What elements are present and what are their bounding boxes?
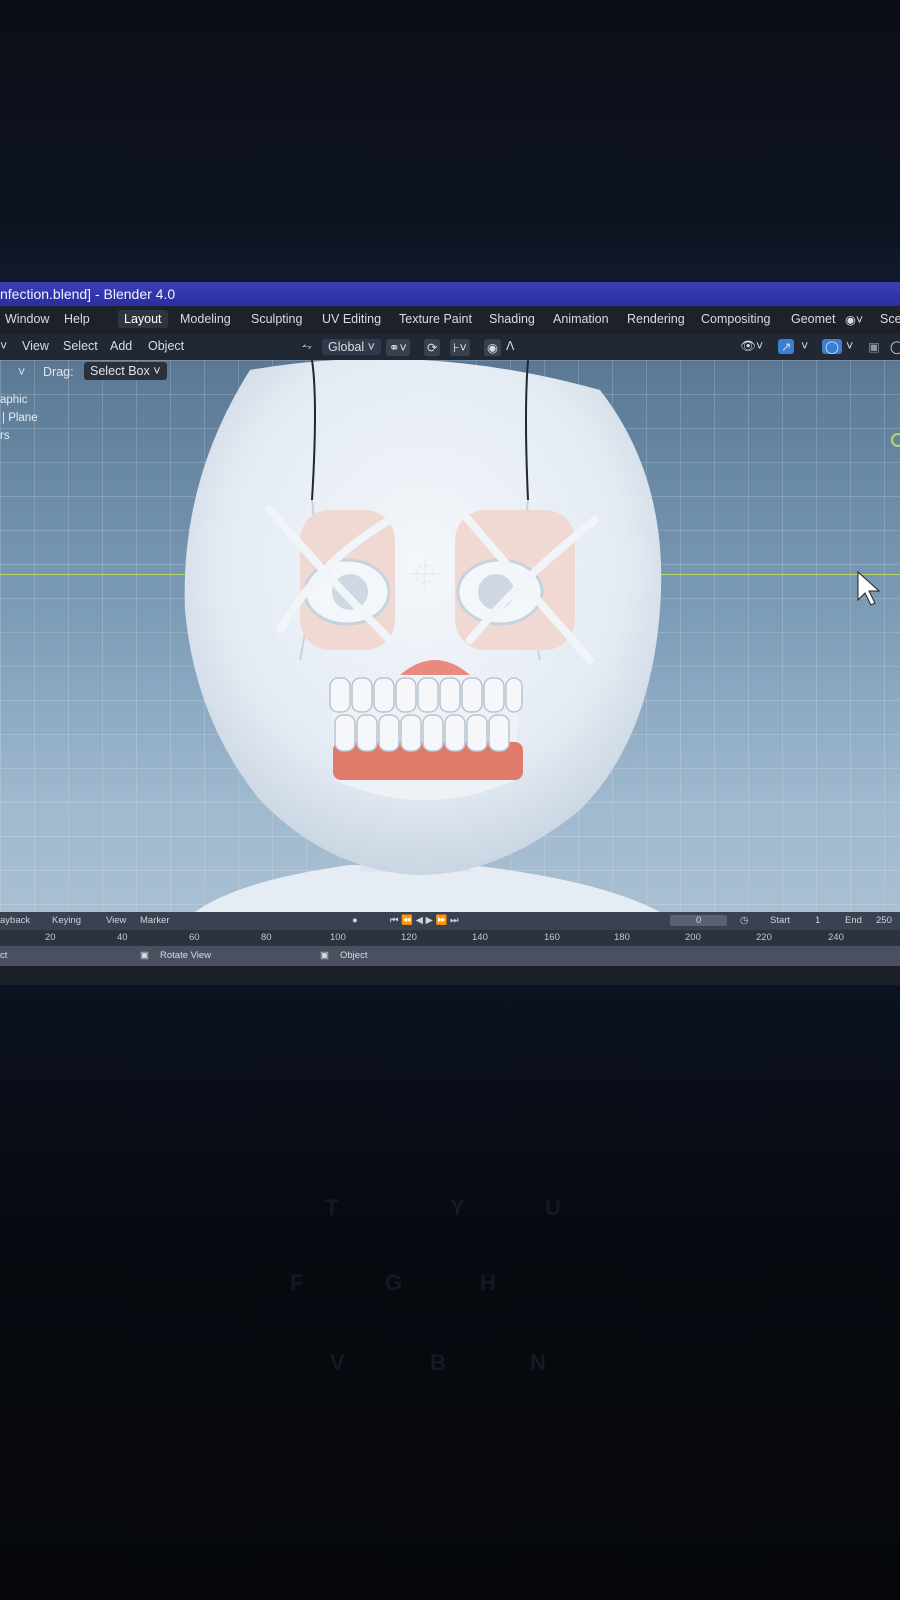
keying-menu[interactable]: Keying: [52, 915, 81, 926]
current-frame-field[interactable]: 0: [670, 915, 728, 926]
marker-menu[interactable]: Marker: [140, 915, 170, 926]
keyboard-reflection: V: [330, 1350, 345, 1375]
transform-orientation-icon[interactable]: ⥊: [302, 339, 312, 354]
scene-selector[interactable]: Sce: [880, 312, 900, 326]
timeline-ruler[interactable]: 20 40 60 80 100 120 140 160 180 200 220 …: [0, 930, 900, 946]
header-select[interactable]: Select: [63, 339, 98, 353]
overlay-icon[interactable]: ◯: [822, 339, 842, 354]
keyboard-reflection: H: [480, 1270, 496, 1295]
ruler-tick: 140: [472, 932, 488, 943]
gizmo-icon[interactable]: ↗: [778, 339, 795, 354]
proportional-edit-icon[interactable]: ◉: [484, 339, 501, 356]
keyboard-area: T Y U F G H V B N: [0, 985, 900, 1600]
playback-menu[interactable]: ayback: [0, 915, 30, 926]
shading-icon[interactable]: ◯: [890, 339, 900, 354]
ruler-tick: 40: [117, 932, 128, 943]
tab-geometry[interactable]: Geomet: [791, 312, 835, 326]
ruler-tick: 180: [614, 932, 630, 943]
mode-dropdown[interactable]: ˅: [0, 339, 7, 353]
cursor-pointer-icon: [857, 570, 881, 606]
keyboard-reflection: B: [430, 1350, 446, 1375]
timeline-header: ayback Keying View Marker ● ⏮ ⏪ ◀ ▶ ⏩ ⏭ …: [0, 912, 900, 930]
status-object: Object: [340, 950, 368, 961]
playback-controls-icon[interactable]: ⏮ ⏪ ◀ ▶ ⏩ ⏭: [390, 915, 459, 926]
keyboard-reflection: Y: [450, 1195, 465, 1220]
top-menu-bar: Window Help Layout Modeling Sculpting UV…: [0, 306, 900, 334]
tab-shading[interactable]: Shading: [489, 312, 535, 326]
ruler-tick: 200: [685, 932, 701, 943]
drag-label: Drag:: [43, 365, 74, 379]
tab-compositing[interactable]: Compositing: [701, 312, 770, 326]
menu-help[interactable]: Help: [64, 312, 90, 326]
keyboard-reflection: T: [325, 1195, 339, 1220]
keyboard-reflection: F: [290, 1270, 304, 1295]
status-left: ct: [0, 950, 8, 961]
blender-window: nfection.blend] - Blender 4.0 Window Hel…: [0, 282, 900, 987]
xray-icon[interactable]: ▣: [868, 339, 880, 354]
visibility-icon[interactable]: 👁˅: [740, 339, 763, 354]
navigation-gizmo-icon[interactable]: [891, 433, 900, 447]
start-label: Start: [770, 915, 791, 926]
tool-dropdown[interactable]: ˅: [18, 365, 25, 379]
snap-icon[interactable]: ⟳: [424, 339, 441, 356]
ruler-tick: 60: [189, 932, 200, 943]
header-object[interactable]: Object: [148, 339, 184, 353]
3d-viewport[interactable]: [0, 360, 900, 912]
viewport-header: ˅ View Select Add Object ⥊ Global ˅ ⚭˅ ⟳…: [0, 334, 900, 360]
end-label: End: [845, 915, 862, 926]
keyboard-reflection: U: [545, 1195, 561, 1220]
monitor-bezel: [0, 966, 900, 987]
status-bar: ct ▣ Rotate View ▣ Object: [0, 946, 900, 966]
tab-modeling[interactable]: Modeling: [180, 312, 231, 326]
clock-icon[interactable]: ◷: [740, 915, 748, 926]
tool-settings-bar: ˅ Drag: Select Box ˅: [0, 360, 320, 384]
header-view[interactable]: View: [22, 339, 49, 353]
tab-layout[interactable]: Layout: [118, 310, 168, 328]
gizmo-dropdown[interactable]: ˅: [801, 339, 808, 353]
scene-icon[interactable]: ◉˅: [845, 312, 863, 327]
tab-texture-paint[interactable]: Texture Paint: [399, 312, 472, 326]
keyboard-reflection: N: [530, 1350, 546, 1375]
transform-orientation-value: Global: [328, 340, 365, 354]
tab-rendering[interactable]: Rendering: [627, 312, 685, 326]
ruler-tick: 240: [828, 932, 844, 943]
mouse-icon: ▣: [140, 950, 149, 961]
ruler-tick: 100: [330, 932, 346, 943]
model-render: [184, 360, 900, 912]
record-icon[interactable]: ●: [352, 915, 358, 926]
outliner-row[interactable]: aphic: [0, 394, 28, 406]
drag-value: Select Box: [90, 364, 150, 378]
pivot-icon[interactable]: ⚭˅: [386, 339, 410, 356]
keyboard-reflection: G: [385, 1270, 403, 1295]
background-top: [0, 0, 900, 282]
tab-animation[interactable]: Animation: [553, 312, 609, 326]
tab-uv-editing[interactable]: UV Editing: [322, 312, 381, 326]
timeline-view-menu[interactable]: View: [106, 915, 126, 926]
snap-target-icon[interactable]: ⊦˅: [450, 339, 470, 356]
mouse-icon: ▣: [320, 950, 329, 961]
tab-sculpting[interactable]: Sculpting: [251, 312, 302, 326]
ruler-tick: 120: [401, 932, 417, 943]
header-add[interactable]: Add: [110, 339, 132, 353]
start-value[interactable]: 1: [815, 915, 820, 926]
window-title-bar: nfection.blend] - Blender 4.0: [0, 282, 900, 306]
ruler-tick: 20: [45, 932, 56, 943]
drag-select-box-dropdown[interactable]: Select Box ˅: [84, 362, 167, 380]
outliner-row-plane[interactable]: | Plane: [2, 412, 38, 424]
outliner-row[interactable]: rs: [0, 430, 10, 442]
ruler-tick: 220: [756, 932, 772, 943]
ruler-tick: 80: [261, 932, 272, 943]
ruler-tick: 160: [544, 932, 560, 943]
falloff-icon[interactable]: Λ: [506, 339, 514, 353]
menu-window[interactable]: Window: [5, 312, 49, 326]
transform-orientation-dropdown[interactable]: Global ˅: [322, 339, 381, 355]
end-value[interactable]: 250: [876, 915, 892, 926]
overlay-dropdown[interactable]: ˅: [846, 339, 853, 353]
window-title: nfection.blend] - Blender 4.0: [0, 286, 176, 302]
status-rotate-view: Rotate View: [160, 950, 212, 961]
